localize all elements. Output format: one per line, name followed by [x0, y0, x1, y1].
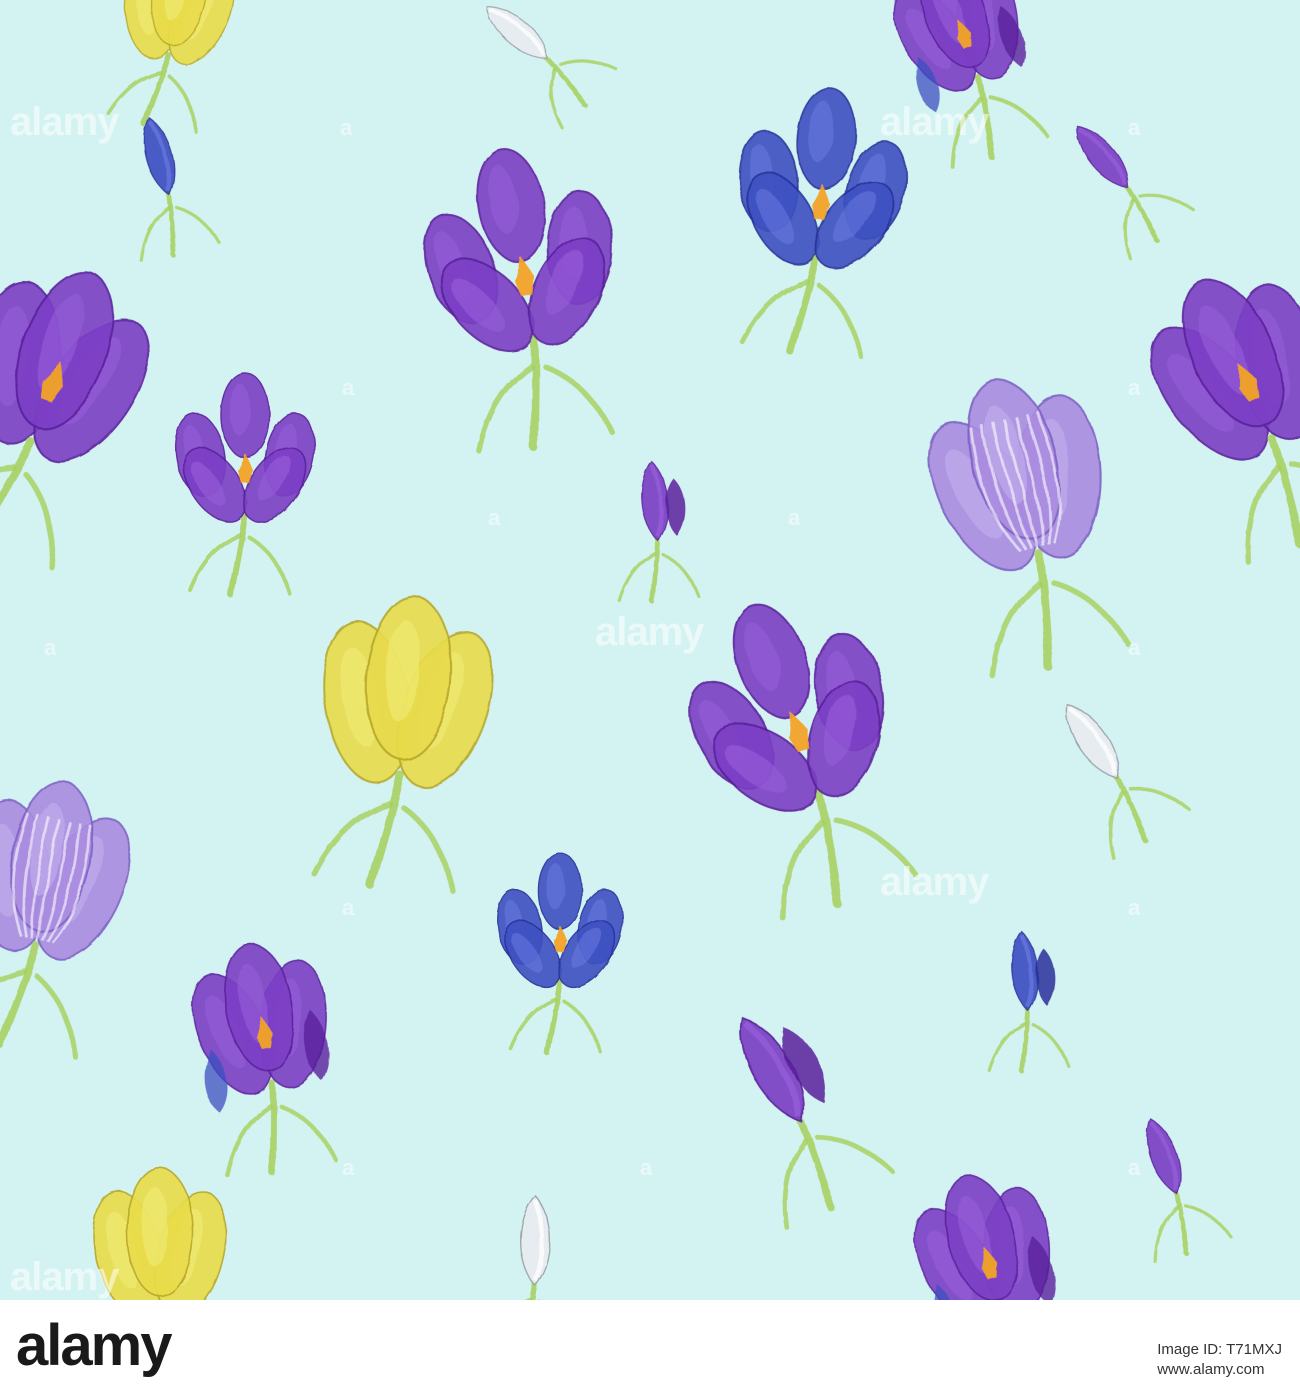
watermark-brand: alamy	[880, 860, 989, 904]
violet-small-crocus-flower	[174, 372, 316, 598]
watermark-mark: a	[488, 505, 501, 530]
watermark-brand: alamy	[10, 100, 119, 144]
watermark-mark: a	[340, 115, 353, 140]
watermark-mark: a	[342, 895, 355, 920]
violet-bud-flower	[1076, 125, 1195, 261]
violet-bud-pair-flower	[739, 1016, 894, 1230]
blue-small-crocus-flower	[496, 852, 624, 1056]
site-url: www.alamy.com	[1157, 1360, 1265, 1378]
watermark-brand: alamy	[10, 1255, 119, 1299]
watermark-mark: a	[342, 1155, 355, 1180]
watermark-brand: alamy	[595, 610, 704, 654]
alamy-logo: alamy	[16, 1313, 172, 1378]
violet-open-crocus-flower	[423, 148, 614, 454]
white-bud-flower	[485, 6, 617, 130]
watermark-brand: alamy	[880, 100, 989, 144]
violet-crocus-flower	[1150, 279, 1300, 565]
violet-cluster-flower	[914, 1175, 1055, 1300]
watermark-mark: a	[640, 1155, 653, 1180]
violet-cluster-flower	[192, 943, 338, 1178]
watermark-mark: a	[1128, 375, 1141, 400]
watermark-mark: a	[1128, 635, 1141, 660]
blue-bud-pair-flower	[987, 930, 1070, 1075]
watermark-mark: a	[1128, 895, 1141, 920]
yellow-crocus-flower	[311, 596, 495, 893]
stock-footer: alamy Image ID: T71MXJ www.alamy.com	[0, 1300, 1300, 1390]
watermark-mark: a	[788, 505, 801, 530]
watermark-mark: a	[44, 635, 57, 660]
white-bud-flower	[1065, 703, 1191, 860]
violet-crocus-flower	[0, 271, 150, 570]
watercolor-crocus-pattern: alamy alamy alamy alamy alamy a a a a a …	[0, 0, 1300, 1300]
image-id-block: Image ID: T71MXJ www.alamy.com	[1157, 1340, 1282, 1379]
violet-bud-flower	[1146, 1117, 1232, 1264]
watermark-mark: a	[1128, 1155, 1141, 1180]
watermark-mark: a	[342, 375, 355, 400]
lavender-striped-crocus-flower	[0, 781, 132, 1059]
white-bud-flower	[519, 1194, 551, 1300]
blue-bud-flower	[139, 116, 221, 262]
violet-bud-pair-flower	[617, 460, 700, 605]
watermark-mark: a	[1128, 115, 1141, 140]
image-id-label: Image ID: T71MXJ	[1157, 1341, 1282, 1358]
lavender-striped-crocus-flower	[928, 379, 1131, 679]
